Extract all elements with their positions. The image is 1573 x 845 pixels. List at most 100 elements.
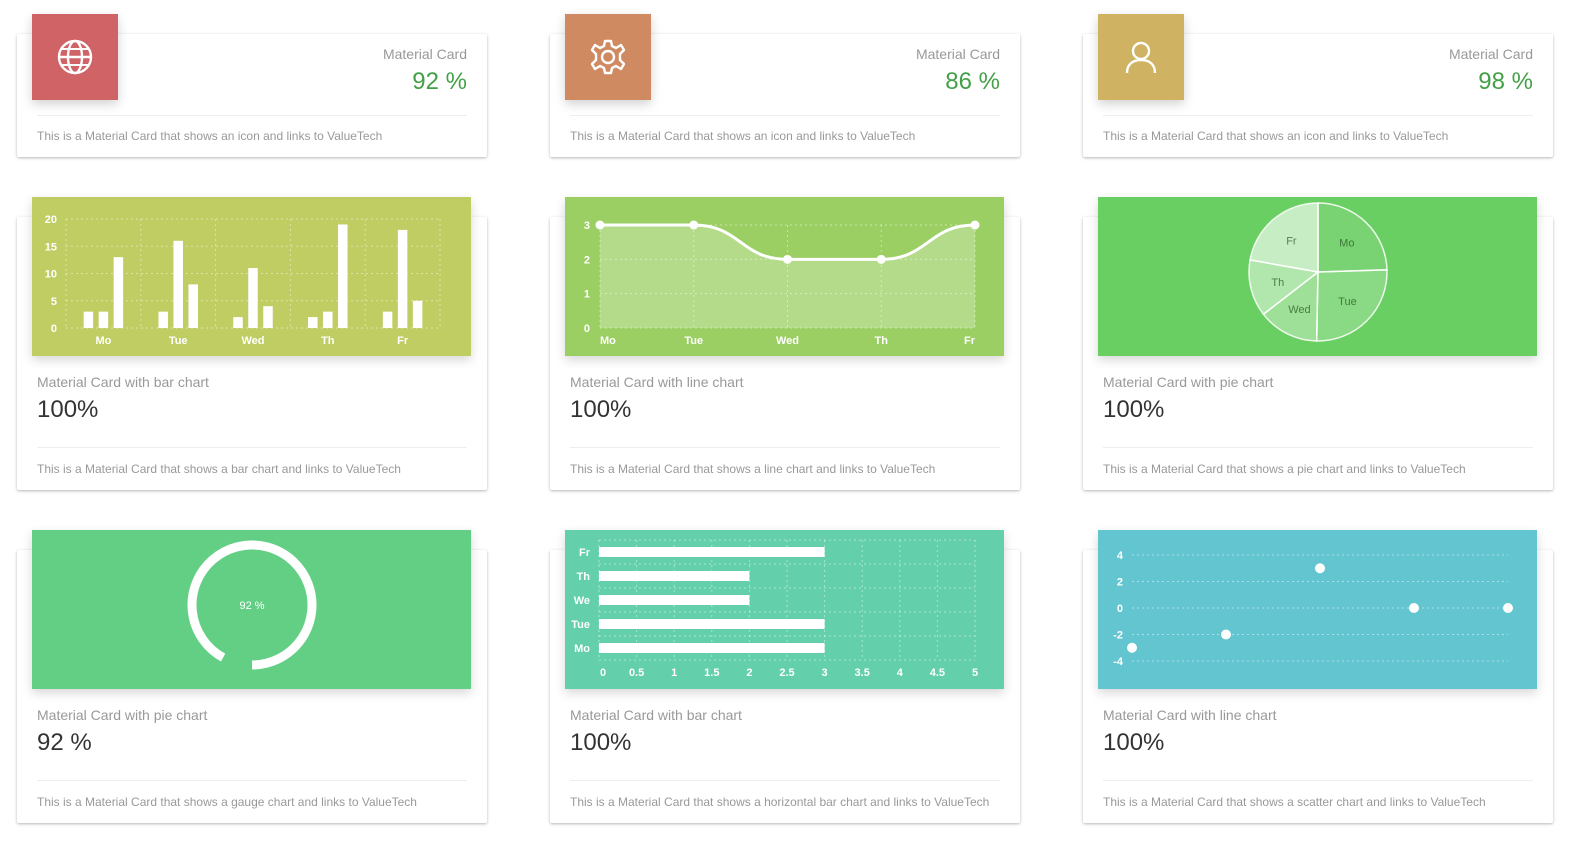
bar: [599, 571, 750, 581]
y-tick-label: Th: [577, 571, 591, 583]
y-tick-label: -2: [1113, 630, 1123, 642]
y-tick-label: Mo: [574, 643, 590, 655]
data-point: [1127, 642, 1137, 653]
card-title: Material Card with line chart: [570, 374, 744, 390]
card-title: Material Card with line chart: [1103, 707, 1277, 723]
line-chart: 0 1 2 3 Mo Tue Wed Th Fr: [565, 197, 1004, 356]
y-tick-label: 0: [584, 323, 590, 335]
pie-label: Tue: [1338, 296, 1357, 308]
card-footer: This is a Material Card that shows a gau…: [37, 795, 417, 809]
bar: [599, 619, 825, 629]
y-tick-label: Tue: [571, 619, 590, 631]
data-point: [970, 220, 980, 230]
y-tick-label: 4: [1117, 550, 1124, 562]
data-point: [783, 254, 792, 264]
bar: [188, 284, 198, 328]
data-point: [1409, 603, 1419, 613]
card-footer: This is a Material Card that shows a sca…: [1103, 795, 1486, 809]
x-tick-label: 3.5: [855, 667, 870, 679]
y-tick-label: 10: [45, 269, 57, 281]
card-footer: This is a Material Card that shows an ic…: [37, 129, 383, 143]
card-value: 86 %: [945, 68, 1000, 95]
bar: [233, 317, 243, 328]
bar: [158, 311, 168, 328]
x-tick-label: Fr: [397, 335, 409, 347]
y-tick-label: 0: [1117, 603, 1123, 615]
data-point: [1503, 603, 1513, 613]
card-title: Material Card: [1448, 46, 1533, 62]
bar: [263, 306, 273, 328]
bar: [599, 547, 825, 557]
y-tick-label: 2: [1117, 577, 1123, 589]
bar: [338, 224, 348, 328]
bar: [83, 311, 94, 328]
bar: [382, 311, 393, 328]
bar: [412, 300, 423, 328]
card-title: Material Card: [382, 46, 467, 62]
bar-chart: 0 5 10 15 20 Mo Tue Wed Th Fr: [32, 197, 471, 356]
x-tick-label: 4.5: [930, 667, 945, 679]
x-tick-label: 5: [972, 667, 978, 679]
divider: [37, 780, 467, 781]
data-point: [1315, 563, 1325, 574]
x-tick-label: 1.5: [704, 667, 719, 679]
y-tick-label: 20: [45, 214, 57, 226]
x-tick-label: 4: [897, 667, 904, 679]
y-tick-label: 15: [45, 241, 57, 253]
card-title: Material Card with bar chart: [37, 374, 209, 390]
data-point: [689, 220, 699, 230]
card-value: 100%: [37, 396, 99, 423]
bar: [248, 268, 258, 328]
x-tick-label: 0: [600, 667, 606, 679]
card-footer: This is a Material Card that shows a pie…: [1103, 462, 1466, 476]
card-value: 100%: [570, 729, 632, 756]
divider: [1103, 447, 1533, 448]
pie-label: Wed: [1288, 304, 1310, 316]
bar: [113, 257, 124, 328]
bar: [599, 643, 825, 653]
divider: [37, 115, 467, 116]
bar: [599, 595, 750, 605]
pie-label: Mo: [1339, 237, 1354, 249]
y-tick-label: Fr: [579, 547, 591, 559]
card-footer: This is a Material Card that shows a lin…: [570, 462, 936, 476]
divider: [1103, 780, 1533, 781]
card-title: Material Card with pie chart: [37, 707, 208, 723]
bar: [397, 229, 408, 328]
y-tick-label: -4: [1113, 656, 1124, 668]
x-tick-label: Tue: [169, 335, 188, 347]
y-tick-label: 1: [584, 289, 590, 301]
divider: [570, 780, 1000, 781]
hbar-chart: 0 0.5 1 1.5 2 2.5 3 3.5 4 4.5 5 Mo Tue We Th Fr: [565, 530, 1004, 689]
card-title: Material Card: [915, 46, 1000, 62]
bar: [323, 311, 333, 328]
y-tick-label: 0: [51, 323, 57, 335]
card-value: 100%: [1103, 729, 1165, 756]
bar: [308, 317, 318, 328]
x-tick-label: 1: [671, 667, 677, 679]
x-tick-label: Mo: [600, 335, 616, 347]
card-value: 100%: [570, 396, 632, 423]
bar: [173, 240, 183, 328]
x-tick-label: Fr: [964, 335, 976, 347]
x-tick-label: Mo: [95, 335, 111, 347]
card-footer: This is a Material Card that shows an ic…: [1103, 129, 1449, 143]
card-footer: This is a Material Card that shows a bar…: [37, 462, 401, 476]
user-icon: [1098, 14, 1184, 100]
bar: [98, 311, 109, 328]
x-tick-label: 0.5: [629, 667, 644, 679]
gear-icon: [565, 14, 651, 100]
x-tick-label: 2: [746, 667, 752, 679]
pie-chart: Mo Tue Wed Th Fr: [1098, 197, 1537, 356]
card-value: 100%: [1103, 396, 1165, 423]
card-value: 92 %: [412, 68, 467, 95]
x-tick-label: Wed: [241, 335, 264, 347]
data-point: [595, 220, 605, 230]
gauge-chart: 92 %: [32, 530, 471, 689]
gauge-label: 92 %: [239, 600, 264, 612]
card-title: Material Card with bar chart: [570, 707, 742, 723]
x-tick-label: 2.5: [779, 667, 794, 679]
scatter-chart: -4 -2 0 2 4: [1098, 530, 1537, 689]
card-title: Material Card with pie chart: [1103, 374, 1274, 390]
y-tick-label: 3: [584, 220, 590, 232]
